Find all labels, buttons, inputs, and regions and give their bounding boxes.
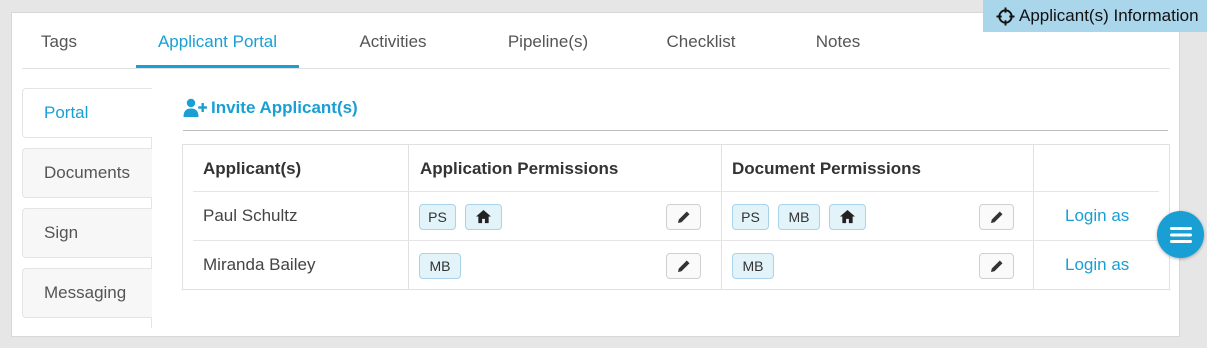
column-divider bbox=[721, 145, 722, 289]
permission-chip: MB bbox=[778, 204, 820, 230]
applicant-name: Paul Schultz bbox=[203, 206, 298, 225]
menu-fab-button[interactable] bbox=[1157, 211, 1204, 258]
pencil-icon bbox=[677, 210, 691, 224]
login-as-link[interactable]: Login as bbox=[1065, 255, 1129, 275]
sidenav-item-portal[interactable]: Portal bbox=[22, 88, 152, 138]
user-plus-icon bbox=[183, 98, 211, 118]
tab-pipelines[interactable]: Pipeline(s) bbox=[498, 24, 598, 68]
column-divider bbox=[408, 145, 409, 289]
section-divider bbox=[183, 130, 1168, 131]
pencil-icon bbox=[990, 259, 1004, 273]
permission-chip bbox=[829, 204, 866, 230]
tab-checklist[interactable]: Checklist bbox=[658, 24, 744, 68]
tab-tags[interactable]: Tags bbox=[22, 24, 96, 68]
invite-label: Invite Applicant(s) bbox=[211, 98, 358, 117]
applicants-table: Applicant(s) Application Permissions Doc… bbox=[182, 144, 1170, 290]
edit-document-permissions-button[interactable] bbox=[979, 204, 1014, 230]
applicant-name: Miranda Bailey bbox=[203, 255, 316, 274]
row-divider bbox=[193, 240, 1159, 241]
header-document-permissions: Document Permissions bbox=[732, 159, 921, 178]
header-divider bbox=[193, 191, 1159, 192]
badge-label: Applicant(s) Information bbox=[1019, 6, 1199, 25]
home-icon bbox=[839, 209, 856, 224]
login-as-link[interactable]: Login as bbox=[1065, 206, 1129, 226]
crosshair-icon bbox=[996, 6, 1019, 26]
edit-document-permissions-button[interactable] bbox=[979, 253, 1014, 279]
hamburger-icon bbox=[1169, 225, 1193, 245]
permission-chip: MB bbox=[732, 253, 774, 279]
column-divider bbox=[1033, 145, 1034, 289]
pencil-icon bbox=[677, 259, 691, 273]
edit-application-permissions-button[interactable] bbox=[666, 204, 701, 230]
header-applicants: Applicant(s) bbox=[203, 159, 302, 178]
home-icon bbox=[475, 209, 492, 224]
header-application-permissions: Application Permissions bbox=[420, 159, 619, 178]
permission-chip: PS bbox=[732, 204, 769, 230]
pencil-icon bbox=[990, 210, 1004, 224]
top-tabs: Tags Applicant Portal Activities Pipelin… bbox=[22, 24, 1170, 69]
invite-applicants-link[interactable]: Invite Applicant(s) bbox=[183, 96, 358, 120]
sidenav-item-messaging[interactable]: Messaging bbox=[22, 268, 152, 318]
tab-applicant-portal[interactable]: Applicant Portal bbox=[136, 24, 299, 68]
edit-application-permissions-button[interactable] bbox=[666, 253, 701, 279]
tab-notes[interactable]: Notes bbox=[806, 24, 870, 68]
sidenav-item-sign[interactable]: Sign bbox=[22, 208, 152, 258]
permission-chip bbox=[465, 204, 502, 230]
permission-chip: MB bbox=[419, 253, 461, 279]
permission-chip: PS bbox=[419, 204, 456, 230]
tab-activities[interactable]: Activities bbox=[349, 24, 437, 68]
sidenav-item-documents[interactable]: Documents bbox=[22, 148, 152, 198]
